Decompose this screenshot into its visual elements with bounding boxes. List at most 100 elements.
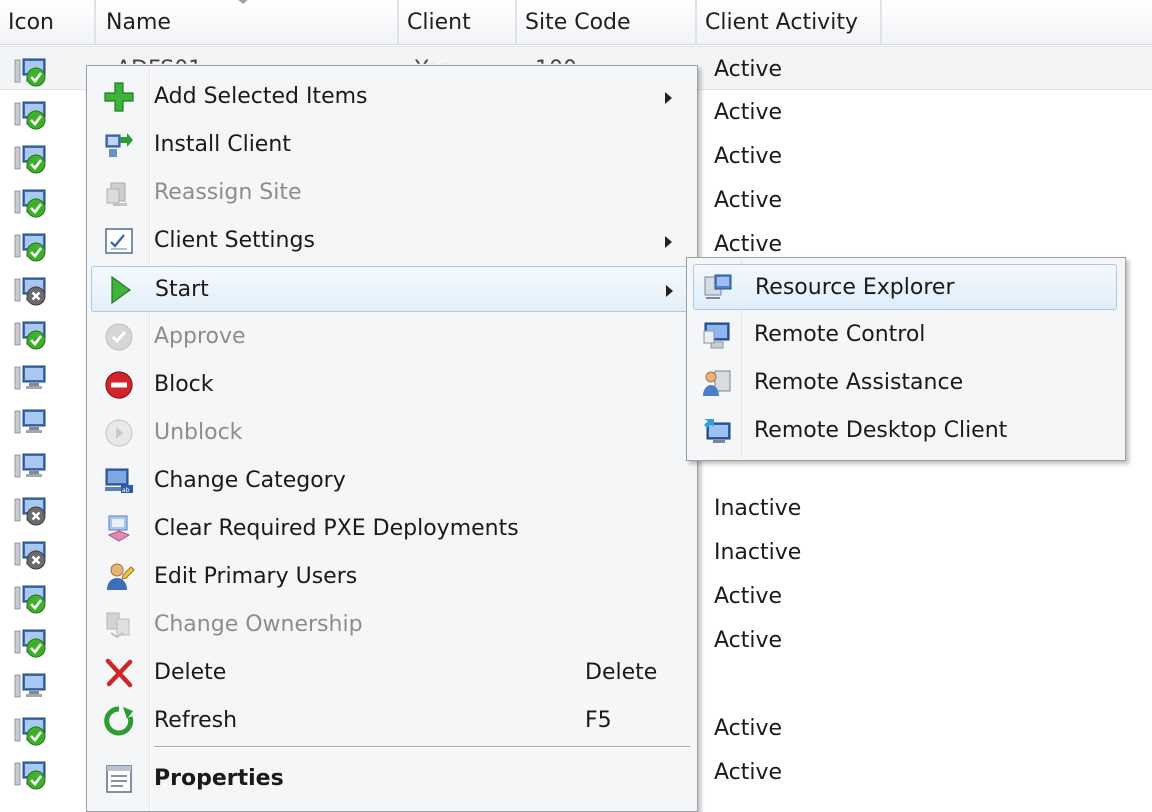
- row-client-activity-cell: Active: [714, 760, 783, 785]
- device-computer-icon: [14, 408, 48, 438]
- edit-primary-users-icon: [103, 561, 135, 593]
- row-client-activity-cell: Active: [714, 100, 783, 125]
- column-header-client-label: Client: [407, 10, 471, 35]
- refresh-icon: [103, 705, 135, 737]
- clear-pxe-icon: [103, 513, 135, 545]
- device-computer-icon: [14, 364, 48, 394]
- submenu-arrow-icon: [665, 236, 672, 248]
- row-client-activity-cell: Active: [714, 188, 783, 213]
- menu-item-client-settings[interactable]: Client Settings: [91, 218, 691, 264]
- change-ownership-icon: [103, 609, 135, 641]
- reassign-site-icon: [103, 177, 135, 209]
- block-icon: [103, 369, 135, 401]
- submenu-item-label: Resource Explorer: [755, 275, 955, 300]
- menu-item-reassign-site[interactable]: Reassign Site: [91, 170, 691, 216]
- change-category-icon: ab: [103, 465, 135, 497]
- submenu-item-label: Remote Control: [754, 322, 926, 347]
- menu-item-label: Unblock: [154, 420, 243, 445]
- client-settings-icon: [103, 225, 135, 257]
- device-active-check-icon: [14, 584, 48, 614]
- menu-item-refresh[interactable]: Refresh F5: [91, 698, 691, 744]
- column-header-site-code-label: Site Code: [525, 10, 631, 35]
- device-active-check-icon: [14, 188, 48, 218]
- menu-item-add-selected-items[interactable]: Add Selected Items: [91, 74, 691, 120]
- menu-item-edit-primary-users[interactable]: Edit Primary Users: [91, 554, 691, 600]
- menu-item-shortcut: F5: [585, 708, 612, 733]
- menu-item-label: Install Client: [154, 132, 291, 157]
- column-header-icon[interactable]: Icon: [0, 0, 96, 44]
- column-header-name-label: Name: [106, 10, 171, 35]
- device-active-check-icon: [14, 320, 48, 350]
- device-inactive-x-icon: [14, 540, 48, 570]
- menu-item-label: Clear Required PXE Deployments: [154, 516, 519, 541]
- add-plus-icon: [103, 81, 135, 113]
- menu-item-delete[interactable]: Delete Delete: [91, 650, 691, 696]
- svg-text:ab: ab: [122, 487, 130, 494]
- start-play-icon: [104, 274, 136, 306]
- device-computer-icon: [14, 452, 48, 482]
- menu-item-label: Change Category: [154, 468, 346, 493]
- column-header-client-activity[interactable]: Client Activity: [697, 0, 882, 44]
- remote-control-icon: [701, 319, 733, 351]
- submenu-arrow-icon: [665, 92, 672, 104]
- delete-x-icon: [103, 657, 135, 689]
- menu-item-label: Refresh: [154, 708, 238, 733]
- install-client-icon: [103, 129, 135, 161]
- submenu-item-remote-control[interactable]: Remote Control: [693, 312, 1117, 358]
- column-header-icon-label: Icon: [8, 10, 54, 35]
- device-active-check-icon: [14, 57, 48, 87]
- device-inactive-x-icon: [14, 496, 48, 526]
- menu-item-label: Reassign Site: [154, 180, 302, 205]
- row-client-activity-cell: Active: [714, 628, 783, 653]
- remote-desktop-icon: [701, 415, 733, 447]
- menu-item-unblock[interactable]: Unblock: [91, 410, 691, 456]
- approve-check-icon: [103, 321, 135, 353]
- row-client-activity-cell: Active: [714, 144, 783, 169]
- menu-item-label: Approve: [154, 324, 246, 349]
- row-client-activity-cell: Inactive: [714, 496, 802, 521]
- submenu-item-label: Remote Desktop Client: [754, 418, 1008, 443]
- menu-separator: [154, 746, 690, 748]
- submenu-item-remote-assistance[interactable]: Remote Assistance: [693, 360, 1117, 406]
- column-header-site-code[interactable]: Site Code: [517, 0, 697, 44]
- submenu-item-resource-explorer[interactable]: Resource Explorer: [693, 264, 1117, 310]
- menu-item-install-client[interactable]: Install Client: [91, 122, 691, 168]
- menu-item-label: Change Ownership: [154, 612, 363, 637]
- menu-item-change-ownership[interactable]: Change Ownership: [91, 602, 691, 648]
- menu-item-label: Client Settings: [154, 228, 315, 253]
- menu-item-clear-required-pxe-deployments[interactable]: Clear Required PXE Deployments: [91, 506, 691, 552]
- row-client-activity-cell: Active: [714, 716, 783, 741]
- device-active-check-icon: [14, 144, 48, 174]
- row-client-activity-cell: Active: [714, 57, 783, 82]
- column-header-name[interactable]: Name: [96, 0, 399, 44]
- properties-icon: [103, 763, 135, 795]
- menu-item-label: Edit Primary Users: [154, 564, 358, 589]
- menu-item-change-category[interactable]: ab Change Category: [91, 458, 691, 504]
- submenu-arrow-icon: [666, 285, 673, 297]
- device-active-check-icon: [14, 628, 48, 658]
- resource-explorer-icon: [702, 272, 734, 304]
- device-active-check-icon: [14, 760, 48, 790]
- device-active-check-icon: [14, 100, 48, 130]
- menu-item-shortcut: Delete: [585, 660, 658, 685]
- device-active-check-icon: [14, 716, 48, 746]
- start-submenu: Resource Explorer Remote Control Remote As…: [686, 257, 1126, 461]
- menu-item-block[interactable]: Block: [91, 362, 691, 408]
- menu-item-approve[interactable]: Approve: [91, 314, 691, 360]
- menu-item-label: Properties: [154, 766, 284, 791]
- submenu-item-remote-desktop-client[interactable]: Remote Desktop Client: [693, 408, 1117, 454]
- menu-item-start[interactable]: Start: [91, 266, 691, 312]
- menu-item-properties[interactable]: Properties: [91, 756, 691, 802]
- device-computer-icon: [14, 672, 48, 702]
- column-header-client-activity-label: Client Activity: [705, 10, 858, 35]
- remote-assistance-icon: [701, 367, 733, 399]
- column-header-bar: Icon Name Client Site Code Client Activi…: [0, 0, 1152, 45]
- column-header-client[interactable]: Client: [399, 0, 517, 44]
- row-client-activity-cell: Active: [714, 584, 783, 609]
- row-client-activity-cell: Inactive: [714, 540, 802, 565]
- menu-item-label: Start: [155, 277, 209, 302]
- unblock-icon: [103, 417, 135, 449]
- menu-item-label: Add Selected Items: [154, 84, 368, 109]
- device-active-check-icon: [14, 232, 48, 262]
- context-menu: Add Selected Items Install Client Reassign…: [86, 65, 698, 812]
